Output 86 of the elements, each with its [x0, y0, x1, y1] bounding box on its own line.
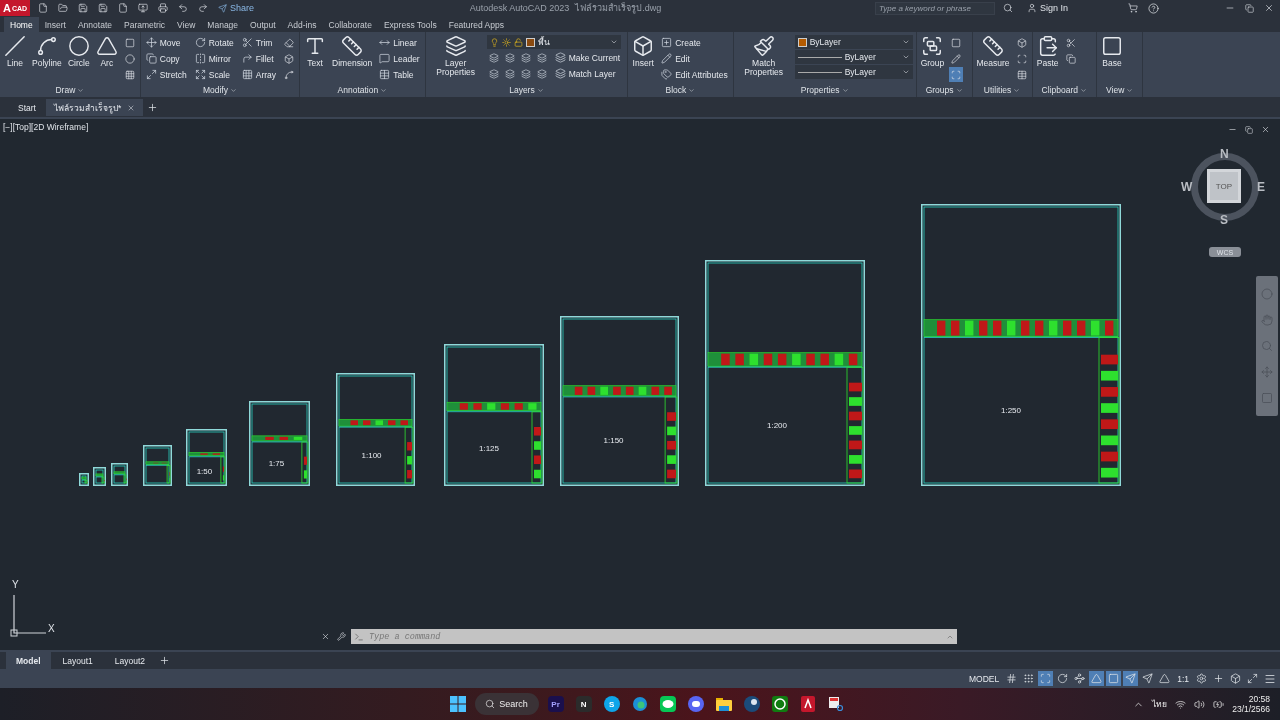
- ribbon-tab[interactable]: Collaborate: [322, 17, 378, 32]
- panel-title[interactable]: Utilities: [975, 83, 1029, 97]
- ribbon-button[interactable]: Text: [303, 35, 328, 69]
- search-field[interactable]: Type a keyword or phrase: [874, 1, 995, 15]
- ribbon-button[interactable]: Paste: [1035, 35, 1060, 69]
- language-indicator[interactable]: ไทย: [1152, 697, 1168, 711]
- annotation-scale[interactable]: 1:1: [1174, 673, 1192, 684]
- ribbon-button[interactable]: Layer Properties: [428, 35, 483, 78]
- ribbon-button[interactable]: Circle: [66, 35, 91, 69]
- compass-south[interactable]: S: [1220, 213, 1228, 227]
- scale-label: 1:50: [196, 466, 213, 476]
- share-button[interactable]: Share: [216, 3, 257, 13]
- panel-title[interactable]: Draw: [3, 83, 137, 97]
- ribbon-button[interactable]: Make Current: [552, 50, 623, 65]
- y-axis-label: Y: [12, 579, 19, 590]
- model-space-label[interactable]: MODEL: [965, 673, 1003, 684]
- taskbar-clock[interactable]: 20:58 23/1/2566: [1232, 694, 1270, 714]
- ribbon-button[interactable]: Edit Attributes: [659, 67, 730, 82]
- ribbon-tab[interactable]: Add-ins: [281, 17, 323, 32]
- compass-east[interactable]: E: [1257, 180, 1265, 194]
- ribbon-button[interactable]: Match Layer: [552, 66, 618, 81]
- ribbon-button[interactable]: Mirror: [192, 51, 236, 66]
- ribbon-button[interactable]: Stretch: [143, 67, 189, 82]
- ribbon-button[interactable]: Dimension: [331, 35, 374, 69]
- panel-title[interactable]: Annotation: [303, 83, 422, 97]
- ribbon-tab[interactable]: Featured Apps: [442, 17, 510, 32]
- ribbon-button[interactable]: Array: [239, 67, 279, 82]
- ribbon-button[interactable]: Table: [377, 67, 422, 82]
- panel-title[interactable]: Layers: [428, 83, 625, 97]
- ribbon-tab[interactable]: View: [171, 17, 202, 32]
- scale-label: 1:75: [268, 458, 285, 468]
- ribbon-button[interactable]: Arc: [94, 35, 119, 69]
- view-cube[interactable]: TOP: [1207, 169, 1241, 203]
- layer-dropdown[interactable]: พื้น: [486, 35, 621, 49]
- ribbon-button[interactable]: Base: [1100, 35, 1124, 69]
- document-tab[interactable]: Start: [10, 99, 44, 116]
- ribbon-button[interactable]: Group: [919, 35, 946, 69]
- layout-tab[interactable]: Model: [6, 652, 51, 669]
- taskbar-search[interactable]: Search: [474, 693, 539, 715]
- scale-label: 1:250: [1001, 405, 1021, 415]
- property-dropdown[interactable]: ByLayer: [794, 35, 913, 49]
- compass-north[interactable]: N: [1220, 147, 1229, 161]
- x-axis-label: X: [48, 623, 55, 634]
- ribbon-button[interactable]: Line: [3, 35, 27, 69]
- ribbon-button[interactable]: Linear: [377, 35, 422, 50]
- panel-title[interactable]: Groups: [919, 83, 969, 97]
- ribbon-tab[interactable]: Parametric: [118, 17, 172, 32]
- scale-label: 1:100: [361, 451, 382, 460]
- ribbon-button[interactable]: Match Properties: [736, 35, 791, 78]
- panel-title[interactable]: View: [1100, 83, 1140, 97]
- ribbon-button[interactable]: Fillet: [239, 51, 279, 66]
- file-name: ไฟล์รวมสำเร็จรูป.dwg: [575, 1, 662, 15]
- ribbon-tab[interactable]: Manage: [201, 17, 245, 32]
- ribbon-tab[interactable]: Home: [4, 17, 39, 32]
- panel-title[interactable]: Block: [631, 83, 730, 97]
- ribbon-button[interactable]: Measure: [975, 35, 1011, 69]
- ribbon-button[interactable]: Create: [659, 35, 730, 50]
- property-dropdown[interactable]: ByLayer: [794, 65, 913, 79]
- scale-label: 1:200: [767, 420, 787, 430]
- ribbon-tab[interactable]: Express Tools: [377, 17, 443, 32]
- panel-title[interactable]: Modify: [143, 83, 297, 97]
- scale-label: 1:150: [603, 435, 624, 445]
- ribbon-button[interactable]: Move: [143, 35, 189, 50]
- command-field[interactable]: Type a command: [367, 630, 943, 643]
- ribbon-button[interactable]: Trim: [239, 35, 279, 50]
- ribbon-button[interactable]: Polyline: [31, 35, 63, 69]
- panel-title[interactable]: Clipboard: [1035, 83, 1093, 97]
- layout-tab[interactable]: Layout1: [52, 652, 103, 669]
- ribbon-button[interactable]: Rotate: [192, 35, 236, 50]
- ribbon-button[interactable]: Copy: [143, 51, 189, 66]
- ribbon-button[interactable]: Scale: [192, 67, 236, 82]
- window-title: Autodesk AutoCAD 2023: [469, 3, 570, 13]
- ribbon-button[interactable]: Edit: [659, 51, 730, 66]
- viewport-label[interactable]: [−][Top][2D Wireframe]: [3, 122, 89, 132]
- panel-title[interactable]: Properties: [736, 83, 913, 97]
- compass-west[interactable]: W: [1181, 180, 1193, 194]
- sign-in-button[interactable]: Sign In: [1020, 2, 1074, 14]
- ribbon-button[interactable]: Insert: [631, 35, 656, 69]
- ribbon-tab[interactable]: Insert: [38, 17, 72, 32]
- property-dropdown[interactable]: ByLayer: [794, 50, 913, 64]
- scale-label: 1:125: [479, 443, 499, 453]
- layout-tab[interactable]: Layout2: [104, 652, 156, 669]
- document-tab[interactable]: ไฟล์รวมสำเร็จรูป*: [45, 99, 144, 116]
- ribbon-tab[interactable]: Output: [244, 17, 282, 32]
- ribbon-tab[interactable]: Annotate: [71, 17, 118, 32]
- ribbon-button[interactable]: Leader: [377, 51, 422, 66]
